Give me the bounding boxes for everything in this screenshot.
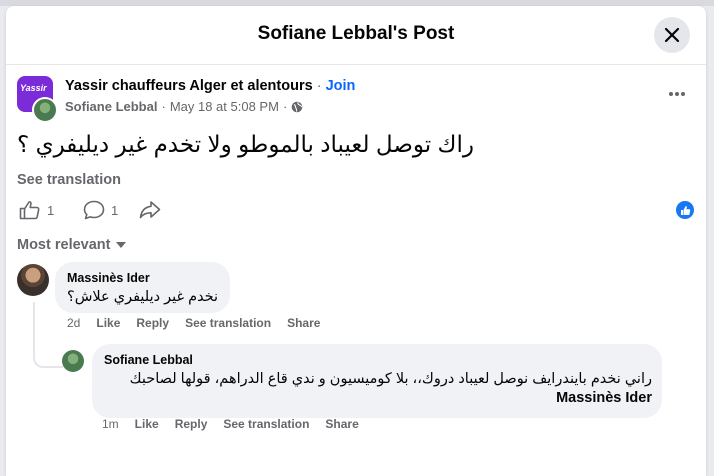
post-meta: Sofiane Lebbal · May 18 at 5:08 PM · — [65, 99, 303, 114]
group-avatar-logo-text: Yassir — [20, 83, 47, 93]
reply-mention[interactable]: Massinès Ider — [556, 390, 652, 406]
join-group-button[interactable]: Join — [326, 78, 356, 94]
comment-like-button[interactable]: Like — [96, 316, 120, 330]
post-actions: 1 1 — [17, 198, 697, 224]
reply-time[interactable]: 1m — [102, 417, 119, 431]
reply-author-avatar[interactable] — [62, 350, 84, 372]
comment-sort-dropdown[interactable]: Most relevant — [17, 237, 127, 253]
comment-bubble: Massinès Ider نخدم غير ديليفري علاش؟ — [55, 262, 230, 313]
comment-share-button[interactable]: Share — [287, 316, 320, 330]
share-arrow-icon — [139, 201, 161, 219]
post-text-content: راك توصل لعيباد بالموطو ولا تخدم غير ديل… — [17, 131, 475, 157]
reply-author-name[interactable]: Sofiane Lebbal — [104, 353, 193, 367]
separator-dot: · — [316, 78, 322, 94]
reply-thread-line — [33, 302, 63, 368]
close-button[interactable] — [654, 17, 690, 53]
commenter-name[interactable]: Massinès Ider — [67, 271, 150, 285]
meta-separator: · — [161, 99, 166, 114]
reply-text: راني نخدم بايندرايف نوصل لعيباد دروك،، ب… — [104, 370, 652, 408]
post-header: Yassir Yassir chauffeurs Alger et alento… — [17, 76, 697, 123]
meta-separator-2: · — [282, 99, 288, 114]
reply-see-translation-button[interactable]: See translation — [223, 417, 309, 431]
comment-time[interactable]: 2d — [67, 316, 80, 330]
more-options-button[interactable] — [665, 84, 689, 104]
reply-like-button[interactable]: Like — [135, 417, 159, 431]
post-text: راك توصل لعيباد بالموطو ولا تخدم غير ديل… — [17, 131, 697, 158]
like-reaction-icon[interactable] — [676, 201, 694, 219]
like-count: 1 — [47, 202, 55, 218]
modal-header: Sofiane Lebbal's Post — [6, 6, 706, 65]
see-translation-link[interactable]: See translation — [17, 172, 121, 188]
commenter-avatar[interactable] — [17, 264, 49, 296]
author-avatar[interactable] — [32, 97, 58, 123]
comment-see-translation-button[interactable]: See translation — [185, 316, 271, 330]
comment-reply-button[interactable]: Reply — [136, 316, 169, 330]
thumbs-up-badge-icon — [680, 205, 690, 215]
like-action[interactable]: 1 — [19, 200, 54, 220]
author-name-link[interactable]: Sofiane Lebbal — [65, 99, 157, 114]
group-line: Yassir chauffeurs Alger et alentours · J… — [65, 78, 355, 94]
reply-meta: 1m Like Reply See translation Share — [102, 417, 359, 431]
reply-reply-button[interactable]: Reply — [175, 417, 208, 431]
reply-text-content: راني نخدم بايندرايف نوصل لعيباد دروك،، ب… — [129, 371, 652, 387]
post-timestamp[interactable]: May 18 at 5:08 PM — [170, 99, 279, 114]
more-dots-icon — [669, 92, 685, 96]
thumbs-up-icon — [19, 201, 40, 220]
post-modal: Sofiane Lebbal's Post Yassir Yassir chau… — [6, 6, 706, 476]
caret-down-icon — [116, 242, 127, 248]
modal-title: Sofiane Lebbal's Post — [257, 23, 455, 44]
group-name-link[interactable]: Yassir chauffeurs Alger et alentours — [65, 78, 313, 94]
comment-count: 1 — [111, 202, 119, 218]
share-action[interactable] — [139, 200, 161, 220]
comment-bubble-icon — [83, 200, 105, 220]
globe-icon — [291, 101, 303, 112]
comment-action[interactable]: 1 — [83, 200, 118, 220]
reply-share-button[interactable]: Share — [325, 417, 358, 431]
reply-bubble: Sofiane Lebbal راني نخدم بايندرايف نوصل … — [92, 344, 662, 418]
comment-sort-label: Most relevant — [17, 237, 111, 253]
close-icon — [664, 27, 680, 43]
comment-text: نخدم غير ديليفري علاش؟ — [67, 289, 219, 305]
comment-meta: 2d Like Reply See translation Share — [67, 316, 320, 330]
